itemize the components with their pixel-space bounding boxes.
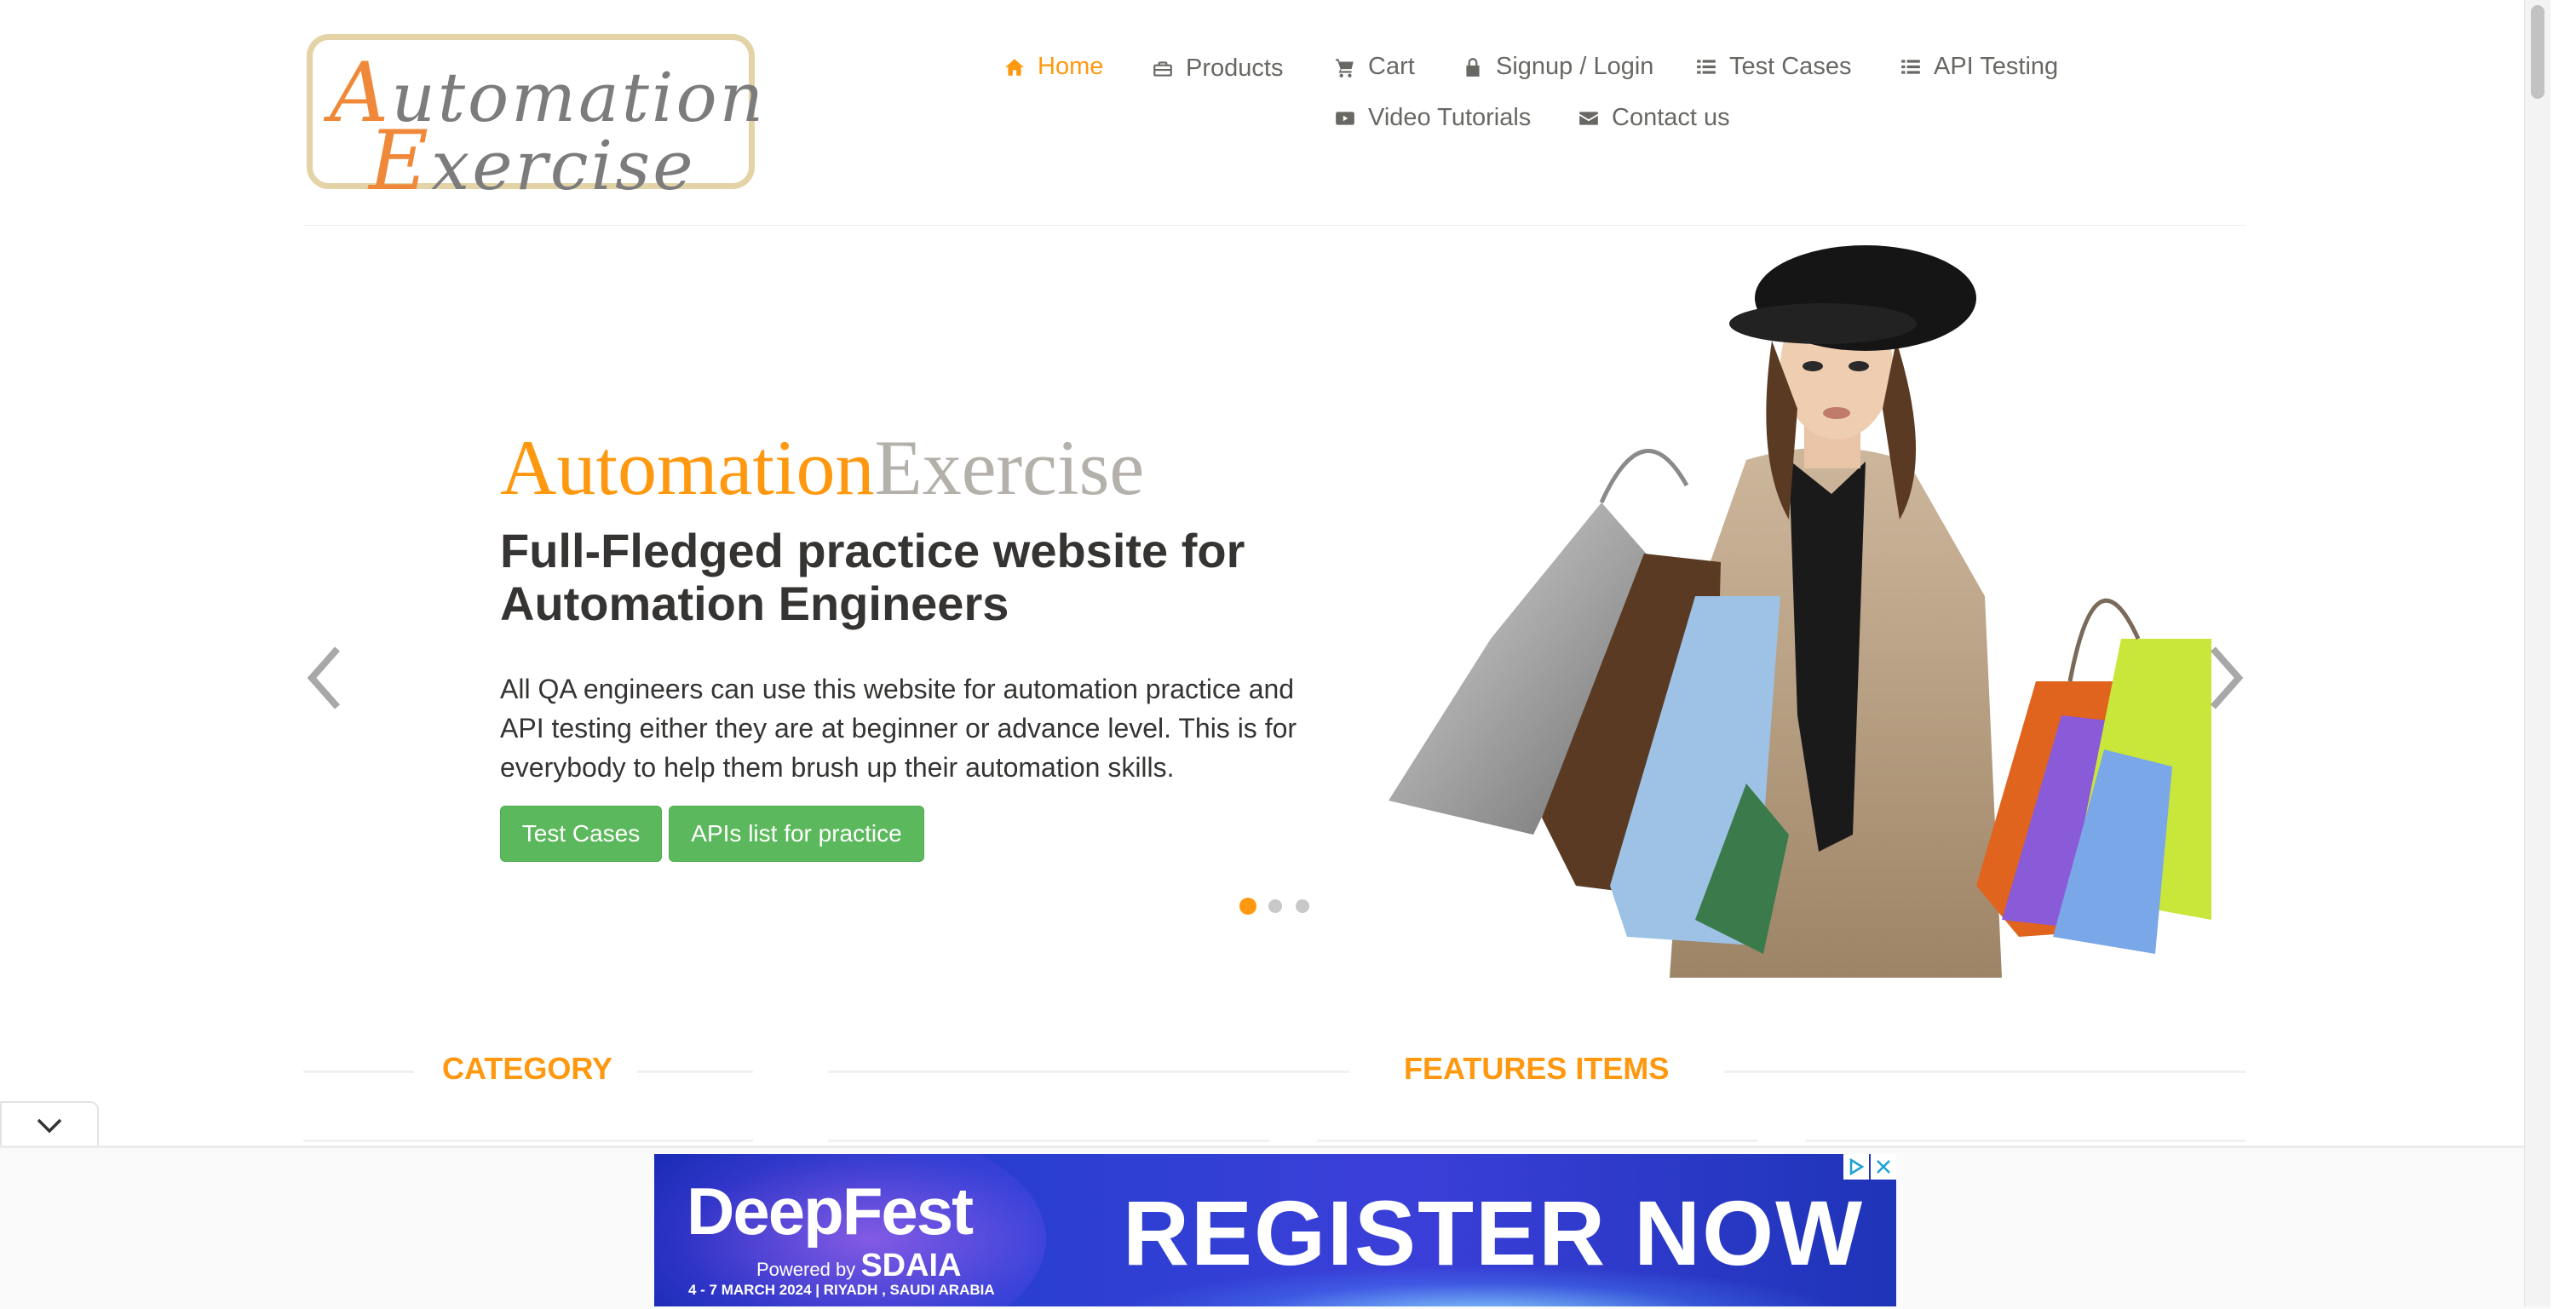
ad-sponsor: SDAIA [860,1248,962,1283]
page-scrollbar[interactable] [2524,0,2550,1306]
product-card-top-3 [1806,1140,2245,1142]
ad-close-button[interactable] [1871,1154,1896,1180]
site-logo[interactable]: Automation Exercise [307,34,763,209]
chevron-right-icon [2211,646,2244,709]
hero-image [1389,245,2211,978]
product-card-top-1 [828,1140,1269,1142]
envelope-icon [1579,111,1598,125]
slider-headline: Full-Fledged practice website for Automa… [500,524,1245,630]
nav-products-label: Products [1186,55,1284,82]
list-icon [1697,59,1716,74]
logo-line2: xercise [431,126,696,205]
nav-api-testing[interactable]: API Testing [1900,53,2058,81]
slider-prev-arrow[interactable] [305,644,342,712]
slider-brand-title: AutomationExercise [500,422,1144,513]
nav-cart[interactable]: Cart [1334,53,1415,81]
youtube-play-icon [1336,111,1354,125]
nav-video-tutorials-label: Video Tutorials [1368,104,1532,131]
home-icon [1005,58,1024,76]
nav-home-label: Home [1038,53,1104,80]
ad-choices-button[interactable] [1843,1154,1869,1180]
slider-next-arrow[interactable] [2208,644,2245,712]
list-icon [1901,59,1920,74]
nav-contact-us[interactable]: Contact us [1578,104,1730,132]
nav-video-tutorials[interactable]: Video Tutorials [1334,104,1531,132]
features-title-line-left [828,1071,1349,1073]
close-icon [1877,1160,1890,1174]
slider-indicator-2[interactable] [1268,899,1282,913]
nav-api-testing-label: API Testing [1934,53,2059,80]
ad-powered-label: Powered by [756,1259,856,1280]
cart-icon [1336,58,1354,78]
category-panel-top [303,1140,753,1142]
header-divider [303,225,2245,226]
product-card-top-2 [1317,1140,1758,1142]
nav-test-cases-label: Test Cases [1729,53,1852,80]
chevron-down-icon [37,1118,62,1134]
nav-home[interactable]: Home [1003,53,1103,81]
features-title-line-right [1724,1071,2245,1073]
slider-description: All QA engineers can use this website fo… [500,674,1297,783]
brand-part-automation: Automation [500,424,875,511]
ad-date-line: 4 - 7 MARCH 2024 | RIYADH , SAUDI ARABIA [688,1282,995,1298]
nav-products[interactable]: Products [1152,55,1283,83]
test-cases-button[interactable]: Test Cases [500,806,662,862]
category-title: CATEGORY [442,1051,613,1086]
ad-powered-by: Powered by SDAIA [756,1248,962,1284]
category-title-line-right [637,1071,753,1073]
ad-collapse-toggle[interactable] [0,1101,99,1145]
ad-register-cta[interactable]: REGISTER NOW [1123,1180,1864,1286]
nav-test-cases[interactable]: Test Cases [1695,53,1851,81]
ad-banner[interactable]: DeepFest Powered by SDAIA 4 - 7 MARCH 20… [654,1154,1896,1306]
briefcase-icon [1153,60,1172,77]
nav-cart-label: Cart [1368,53,1415,80]
nav-signup-login-label: Signup / Login [1496,53,1654,80]
apis-list-button[interactable]: APIs list for practice [669,806,924,862]
lock-icon [1466,57,1480,77]
nav-contact-us-label: Contact us [1612,104,1730,131]
adchoices-icon [1849,1157,1865,1176]
scrollbar-thumb[interactable] [2531,5,2544,99]
chevron-left-icon [307,646,340,709]
logo-cap-e: E [369,113,432,209]
features-title: FEATURES ITEMS [1404,1051,1670,1086]
slider-indicator-3[interactable] [1296,899,1309,913]
nav-signup-login[interactable]: Signup / Login [1462,53,1653,81]
ad-brand: DeepFest [687,1174,974,1249]
brand-part-exercise: Exercise [874,424,1145,511]
slider-indicator-1[interactable] [1239,898,1256,915]
category-title-line-left [303,1071,414,1073]
page: Automation Exercise Home Products Cart S… [0,0,2550,1309]
